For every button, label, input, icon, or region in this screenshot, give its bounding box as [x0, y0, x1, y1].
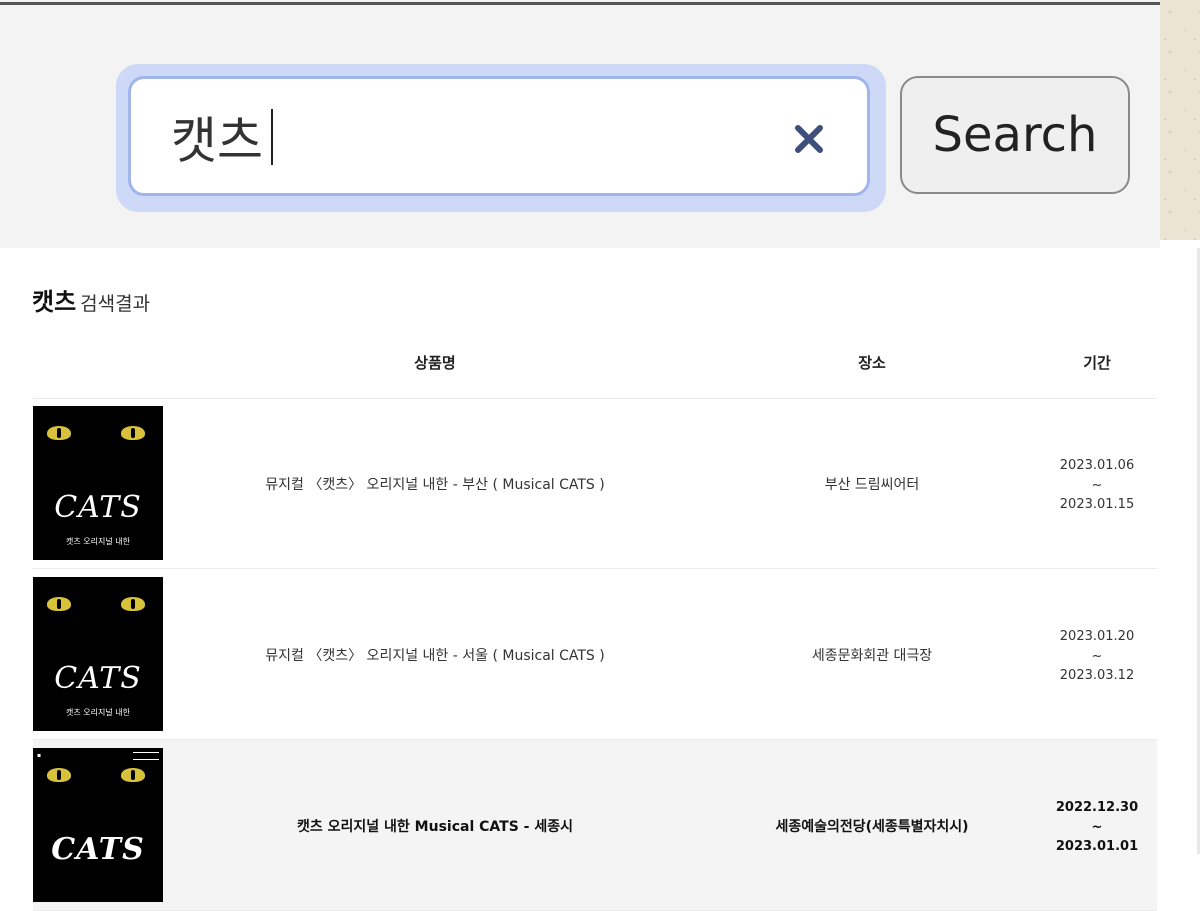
- top-divider: [0, 2, 1160, 5]
- table-row[interactable]: CATS 캣츠 오리지널 내한 뮤지컬 〈캣츠〉 오리지널 내한 - 부산 ( …: [33, 398, 1157, 569]
- result-title-suffix: 검색결과: [80, 293, 151, 315]
- period: 2022.12.30 ~ 2023.01.01: [1056, 798, 1138, 857]
- result-query: 캣츠: [32, 288, 77, 316]
- column-header-period: 기간: [1083, 354, 1111, 372]
- search-box[interactable]: [128, 76, 870, 196]
- period-separator: ~: [1091, 648, 1103, 664]
- poster-subtitle: 캣츠 오리지널 내한: [66, 537, 130, 546]
- column-header-venue: 장소: [858, 354, 886, 372]
- background-texture: [1160, 0, 1200, 240]
- poster-title: CATS: [54, 661, 142, 696]
- period: 2023.01.06 ~ 2023.01.15: [1060, 456, 1134, 515]
- period-start: 2022.12.30: [1055, 800, 1139, 815]
- period-separator: ~: [1091, 477, 1103, 493]
- period-end: 2023.01.15: [1059, 497, 1135, 512]
- close-icon[interactable]: [793, 123, 825, 155]
- poster-logo-mark: [133, 752, 159, 760]
- table-row[interactable]: ▪ CATS 캣츠 오리지널 내한 Musical CATS - 세종시 세종예…: [33, 740, 1157, 911]
- text-caret: [271, 109, 273, 165]
- poster-subtitle: 캣츠 오리지널 내한: [66, 708, 130, 717]
- search-input[interactable]: [171, 101, 751, 173]
- poster-title: CATS: [54, 490, 142, 525]
- venue: 세종문화회관 대극장: [811, 648, 933, 664]
- result-title: 캣츠 검색결과: [32, 282, 150, 317]
- poster-eye-left: [47, 426, 71, 440]
- period: 2023.01.20 ~ 2023.03.12: [1060, 627, 1134, 686]
- period-start: 2023.01.20: [1059, 629, 1135, 644]
- poster-image[interactable]: CATS 캣츠 오리지널 내한: [33, 577, 163, 731]
- venue: 부산 드림씨어터: [824, 477, 920, 493]
- poster-eye-right: [121, 426, 145, 440]
- period-separator: ~: [1091, 819, 1103, 835]
- venue: 세종예술의전당(세종특별자치시): [775, 819, 969, 835]
- product-name[interactable]: 뮤지컬 〈캣츠〉 오리지널 내한 - 서울 ( Musical CATS ): [265, 645, 604, 665]
- poster-eye-right: [121, 597, 145, 611]
- table-row[interactable]: CATS 캣츠 오리지널 내한 뮤지컬 〈캣츠〉 오리지널 내한 - 서울 ( …: [33, 569, 1157, 740]
- product-name[interactable]: 뮤지컬 〈캣츠〉 오리지널 내한 - 부산 ( Musical CATS ): [265, 474, 604, 494]
- period-start: 2023.01.06: [1059, 458, 1135, 473]
- poster-eye-left: [47, 768, 71, 782]
- column-header-name: 상품명: [414, 354, 456, 372]
- table-header: 상품명 장소 기간: [33, 340, 1157, 399]
- poster-title: CATS: [51, 832, 145, 867]
- product-name[interactable]: 캣츠 오리지널 내한 Musical CATS - 세종시: [297, 816, 573, 836]
- poster-image[interactable]: CATS 캣츠 오리지널 내한: [33, 406, 163, 560]
- poster-eye-left: [47, 597, 71, 611]
- poster-eye-right: [121, 768, 145, 782]
- poster-logo: ▪: [37, 752, 42, 759]
- period-end: 2023.03.12: [1059, 668, 1135, 683]
- search-button[interactable]: Search: [900, 76, 1130, 194]
- poster-image[interactable]: ▪ CATS: [33, 748, 163, 902]
